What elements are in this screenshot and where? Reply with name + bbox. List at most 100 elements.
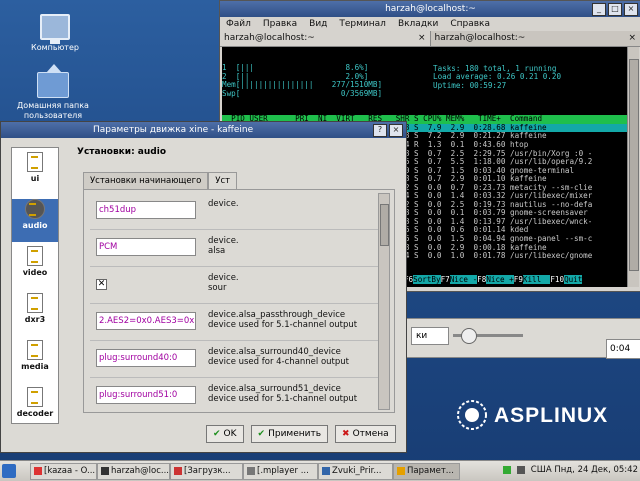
setting-description: device.alsa_surround51_devicedevice used…: [208, 384, 357, 404]
taskbar-item-zvuki[interactable]: Zvuki_Prir...: [318, 463, 393, 480]
setting-checkbox[interactable]: ✕: [96, 279, 107, 290]
setting-row: PCMdevice.alsa: [90, 230, 378, 267]
fkey-label[interactable]: Nice -: [450, 275, 477, 284]
menu-view[interactable]: Вид: [309, 17, 327, 31]
menu-terminal[interactable]: Терминал: [339, 17, 386, 31]
fkey-key[interactable]: F8: [477, 275, 486, 284]
sidebar-item-media[interactable]: media: [12, 340, 58, 383]
setting-description: device.alsa_passthrough_devicedevice use…: [208, 310, 357, 330]
xine-settings-dialog[interactable]: Параметры движка xine - kaffeine ? × ui a…: [0, 121, 407, 453]
setting-row: plug:surround51:0 device.alsa_surround51_…: [90, 378, 378, 413]
sidebar-item-label: dxr3: [12, 315, 58, 324]
player-combo[interactable]: ки: [411, 327, 449, 345]
ok-button[interactable]: ✔OK: [206, 425, 244, 443]
network-icon[interactable]: [503, 466, 511, 474]
terminal-title: harzah@localhost:~: [385, 4, 476, 14]
cancel-button[interactable]: ✖Отмена: [335, 425, 396, 443]
setting-help: device used for 4-channel output: [208, 357, 349, 367]
setting-value-field[interactable]: PCM: [96, 238, 196, 256]
media-icon: [322, 467, 330, 475]
setting-description: device.alsa_surround40_devicedevice used…: [208, 347, 349, 367]
fkey-label[interactable]: SortBy: [413, 275, 440, 284]
menu-file[interactable]: Файл: [226, 17, 251, 31]
terminal-tab-1[interactable]: harzah@localhost:~×: [220, 31, 431, 46]
volume-icon[interactable]: [517, 466, 525, 474]
taskbar-item-xine-settings[interactable]: Парамет...: [393, 463, 460, 480]
audio-icon: [25, 199, 45, 219]
video-icon: [27, 246, 43, 266]
scrollbar-thumb[interactable]: [380, 204, 389, 246]
minimize-button[interactable]: _: [592, 3, 606, 16]
setting-value-field[interactable]: plug:surround51:0: [96, 386, 196, 404]
close-button[interactable]: ×: [389, 124, 403, 137]
sidebar-item-label: video: [12, 268, 58, 277]
check-icon: ✔: [213, 426, 221, 442]
setting-value-field[interactable]: ch51dup: [96, 201, 196, 219]
fkey-label[interactable]: Nice +: [486, 275, 513, 284]
setting-key: device.alsa_surround51_device: [208, 384, 357, 394]
decoder-icon: [27, 387, 43, 407]
terminal-tab-2[interactable]: harzah@localhost:~ ×: [431, 31, 640, 46]
close-icon[interactable]: ×: [418, 31, 426, 46]
computer-desktop-icon[interactable]: Компьютер: [16, 14, 94, 53]
apply-button[interactable]: ✔Применить: [251, 425, 328, 443]
help-button[interactable]: ?: [373, 124, 387, 137]
asplinux-logo-icon: [456, 399, 488, 431]
sidebar-item-video[interactable]: video: [12, 246, 58, 289]
taskbar-item-kazaa[interactable]: [kazaa - O...: [30, 463, 97, 480]
volume-slider-knob[interactable]: [461, 328, 477, 344]
taskbar-item-mplayer[interactable]: [.mplayer ...: [243, 463, 318, 480]
maximize-button[interactable]: □: [608, 3, 622, 16]
task-label: [kazaa - O...: [44, 466, 95, 476]
sidebar-item-audio[interactable]: audio: [12, 199, 58, 242]
sidebar-item-decoder[interactable]: decoder: [12, 387, 58, 424]
dxr3-icon: [27, 293, 43, 313]
sidebar-item-label: ui: [12, 174, 58, 183]
tray-clock[interactable]: США Пнд, 24 Дек, 05:42: [531, 465, 638, 475]
computer-icon: [40, 14, 70, 40]
setting-row: 2.AES2=0x0.AES3=0x2 device.alsa_passthrou…: [90, 304, 378, 341]
setting-value-field[interactable]: plug:surround40:0: [96, 349, 196, 367]
show-desktop-icon[interactable]: [2, 464, 16, 478]
terminal-titlebar[interactable]: harzah@localhost:~ _ □ ×: [220, 1, 640, 17]
setting-help: sour: [208, 283, 239, 293]
setting-help: alsa: [208, 246, 239, 256]
htop-summary: Tasks: 180 total, 1 runningLoad average:…: [433, 56, 561, 99]
terminal-scrollbar[interactable]: [627, 47, 639, 287]
tab-advanced[interactable]: Уст: [208, 172, 237, 189]
settings-list: ch51dupdevice.PCMdevice.alsa✕device.sour…: [90, 193, 378, 413]
task-label: harzah@loc...: [111, 466, 169, 476]
sidebar-item-label: media: [12, 362, 58, 371]
terminal-tabbar: harzah@localhost:~× harzah@localhost:~×: [220, 31, 640, 47]
tab-label: harzah@localhost:~: [435, 33, 526, 43]
home-folder-icon: [37, 72, 69, 98]
folder-icon: [247, 467, 255, 475]
menu-edit[interactable]: Правка: [263, 17, 297, 31]
setting-help: device used for 5.1-channel output: [208, 320, 357, 330]
fkey-key[interactable]: F7: [441, 275, 450, 284]
scrollbar-thumb[interactable]: [629, 59, 639, 271]
media-player-controls: ки 0:04: [404, 318, 640, 358]
apply-label: Применить: [268, 426, 321, 442]
fkey-label[interactable]: Quit: [564, 275, 582, 284]
sidebar-item-dxr3[interactable]: dxr3: [12, 293, 58, 336]
fkey-key[interactable]: F9: [514, 275, 523, 284]
tab-beginner[interactable]: Установки начинающего: [83, 172, 208, 189]
taskbar-item-download[interactable]: [Загрузк...: [170, 463, 243, 480]
close-button[interactable]: ×: [624, 3, 638, 16]
xine-titlebar[interactable]: Параметры движка xine - kaffeine ? ×: [1, 122, 406, 138]
setting-row: ch51dupdevice.: [90, 193, 378, 230]
media-icon: [27, 340, 43, 360]
menu-tabs[interactable]: Вкладки: [398, 17, 438, 31]
uptime: Uptime: 00:59:27: [433, 82, 561, 91]
fkey-key[interactable]: F10: [550, 275, 564, 284]
sidebar-item-ui[interactable]: ui: [12, 152, 58, 195]
setting-value-field[interactable]: 2.AES2=0x0.AES3=0x2: [96, 312, 196, 330]
close-icon[interactable]: ×: [628, 31, 636, 46]
taskbar-item-terminal[interactable]: harzah@loc...: [97, 463, 170, 480]
settings-scrollbar[interactable]: [378, 193, 390, 410]
menu-help[interactable]: Справка: [450, 17, 490, 31]
fkey-label[interactable]: Kill: [523, 275, 550, 284]
cancel-icon: ✖: [342, 426, 350, 442]
system-tray: США Пнд, 24 Дек, 05:42: [503, 463, 638, 478]
